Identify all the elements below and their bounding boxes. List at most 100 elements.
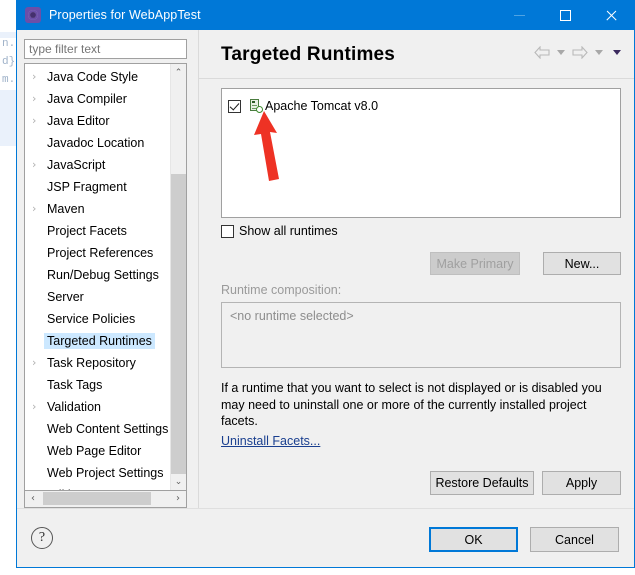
make-primary-button[interactable]: Make Primary: [430, 252, 520, 275]
forward-arrow-icon[interactable]: [572, 46, 588, 59]
maximize-button[interactable]: [542, 0, 588, 30]
targeted-runtimes-page: Targeted Runtimes Apache Tomcat v8.0 Sho…: [199, 30, 634, 508]
sidebar-item-javascript[interactable]: › JavaScript: [25, 154, 171, 176]
runtime-checkbox[interactable]: [228, 99, 241, 113]
settings-sidebar: › Java Code Style › Java Compiler › Java Edit…: [17, 30, 197, 508]
tree-vscroll-thumb[interactable]: [171, 174, 186, 474]
sidebar-item-run-debug-settings[interactable]: Run/Debug Settings: [25, 264, 171, 286]
sidebar-item-task-repository[interactable]: › Task Repository: [25, 352, 171, 374]
back-arrow-icon[interactable]: [534, 46, 550, 59]
chevron-right-icon[interactable]: ›: [32, 88, 42, 110]
sidebar-item-label: Server: [47, 290, 84, 304]
sidebar-item-javadoc-location[interactable]: Javadoc Location: [25, 132, 171, 154]
show-all-runtimes-checkbox-row[interactable]: Show all runtimes: [221, 224, 338, 238]
sidebar-item-project-references[interactable]: Project References: [25, 242, 171, 264]
close-button[interactable]: [588, 0, 634, 30]
sidebar-item-validation[interactable]: › Validation: [25, 396, 171, 418]
runtimes-list[interactable]: Apache Tomcat v8.0: [221, 88, 621, 218]
back-history-chevron-down-icon[interactable]: [557, 50, 565, 55]
settings-tree-list: › Java Code Style › Java Compiler › Java Edit…: [25, 64, 171, 490]
uninstall-facets-link[interactable]: Uninstall Facets...: [221, 434, 320, 448]
sidebar-item-web-project-settings[interactable]: Web Project Settings: [25, 462, 171, 484]
chevron-right-icon[interactable]: ›: [32, 110, 42, 132]
sidebar-item-java-code-style[interactable]: › Java Code Style: [25, 66, 171, 88]
sidebar-item-java-compiler[interactable]: › Java Compiler: [25, 88, 171, 110]
sidebar-item-label: Task Tags: [47, 378, 103, 392]
page-title: Targeted Runtimes: [221, 44, 396, 65]
title-divider: [199, 78, 634, 79]
backdrop-line-1: d}: [2, 56, 16, 68]
show-all-runtimes-checkbox[interactable]: [221, 224, 234, 238]
minimize-button[interactable]: [496, 0, 542, 30]
sidebar-item-web-page-editor[interactable]: Web Page Editor: [25, 440, 171, 462]
scroll-left-arrow-icon[interactable]: ‹: [25, 491, 41, 506]
sidebar-item-project-facets[interactable]: Project Facets: [25, 220, 171, 242]
server-runtime-icon: [249, 99, 263, 113]
sidebar-item-label: Javadoc Location: [47, 136, 145, 150]
dialog-footer: ? OK Cancel: [17, 508, 634, 567]
minimize-icon: [513, 14, 525, 16]
sidebar-item-java-editor[interactable]: › Java Editor: [25, 110, 171, 132]
page-navigation: [534, 46, 624, 59]
runtime-composition-empty-text: <no runtime selected>: [230, 309, 354, 323]
filter-input[interactable]: [24, 39, 187, 59]
new-runtime-button[interactable]: New...: [543, 252, 621, 275]
chevron-right-icon[interactable]: ›: [32, 352, 42, 374]
sidebar-item-label: Web Content Settings: [47, 422, 169, 436]
sidebar-item-server[interactable]: Server: [25, 286, 171, 308]
sidebar-item-wikitext[interactable]: WikiText: [25, 484, 171, 490]
sidebar-item-label: Maven: [47, 202, 85, 216]
forward-history-chevron-down-icon[interactable]: [595, 50, 603, 55]
dialog-body: › Java Code Style › Java Compiler › Java Edit…: [17, 30, 634, 508]
sidebar-item-label: Java Editor: [47, 114, 110, 128]
window-controls: [496, 0, 634, 30]
runtime-name: Apache Tomcat v8.0: [265, 99, 379, 113]
cancel-button[interactable]: Cancel: [530, 527, 619, 552]
ok-button[interactable]: OK: [429, 527, 518, 552]
sidebar-item-label: Java Compiler: [47, 92, 127, 106]
sidebar-item-label: Service Policies: [47, 312, 136, 326]
sidebar-item-label: Task Repository: [47, 356, 136, 370]
sidebar-item-label: Web Project Settings: [47, 466, 164, 480]
tree-vertical-scrollbar[interactable]: ⌃ ⌄: [170, 64, 186, 490]
title-bar: Properties for WebAppTest: [17, 0, 634, 30]
sidebar-item-task-tags[interactable]: Task Tags: [25, 374, 171, 396]
sidebar-item-service-policies[interactable]: Service Policies: [25, 308, 171, 330]
scroll-down-arrow-icon[interactable]: ⌄: [171, 473, 186, 490]
sidebar-item-web-content-settings[interactable]: Web Content Settings: [25, 418, 171, 440]
apply-button[interactable]: Apply: [542, 471, 621, 495]
help-description: If a runtime that you want to select is …: [221, 381, 602, 428]
gear-icon: [25, 7, 41, 23]
window-title: Properties for WebAppTest: [49, 8, 201, 22]
overflow-chevron-down-icon[interactable]: [613, 50, 621, 55]
sidebar-item-label: Web Page Editor: [47, 444, 142, 458]
restore-defaults-button[interactable]: Restore Defaults: [430, 471, 534, 495]
properties-dialog: Properties for WebAppTest › Java Code Sty…: [16, 0, 635, 568]
sidebar-item-label: Run/Debug Settings: [47, 268, 159, 282]
runtime-composition-label: Runtime composition:: [221, 283, 342, 297]
maximize-icon: [559, 9, 571, 21]
help-icon[interactable]: ?: [31, 527, 53, 549]
sidebar-item-label: Validation: [47, 400, 101, 414]
sidebar-item-targeted-runtimes[interactable]: Targeted Runtimes: [25, 330, 171, 352]
sidebar-item-label: Project References: [47, 246, 154, 260]
sidebar-item-label: JavaScript: [47, 158, 106, 172]
sidebar-item-label: Project Facets: [47, 224, 127, 238]
close-icon: [605, 9, 618, 22]
chevron-right-icon[interactable]: ›: [32, 396, 42, 418]
backdrop-line-2: m.: [2, 74, 16, 86]
chevron-right-icon[interactable]: ›: [32, 66, 42, 88]
scroll-up-arrow-icon[interactable]: ⌃: [171, 64, 186, 81]
runtime-composition-box: <no runtime selected>: [221, 302, 621, 368]
sidebar-item-label: Targeted Runtimes: [44, 333, 155, 349]
chevron-right-icon[interactable]: ›: [32, 198, 42, 220]
sidebar-item-jsp-fragment[interactable]: JSP Fragment: [25, 176, 171, 198]
chevron-right-icon[interactable]: ›: [32, 154, 42, 176]
tree-horizontal-scrollbar[interactable]: ‹ ›: [24, 491, 187, 508]
tree-hscroll-thumb[interactable]: [43, 492, 151, 505]
settings-tree: › Java Code Style › Java Compiler › Java Edit…: [24, 63, 187, 491]
backdrop-line-0: n.: [2, 38, 16, 50]
scroll-right-arrow-icon[interactable]: ›: [170, 491, 186, 506]
sidebar-item-maven[interactable]: › Maven: [25, 198, 171, 220]
runtime-list-item[interactable]: Apache Tomcat v8.0: [228, 95, 620, 117]
